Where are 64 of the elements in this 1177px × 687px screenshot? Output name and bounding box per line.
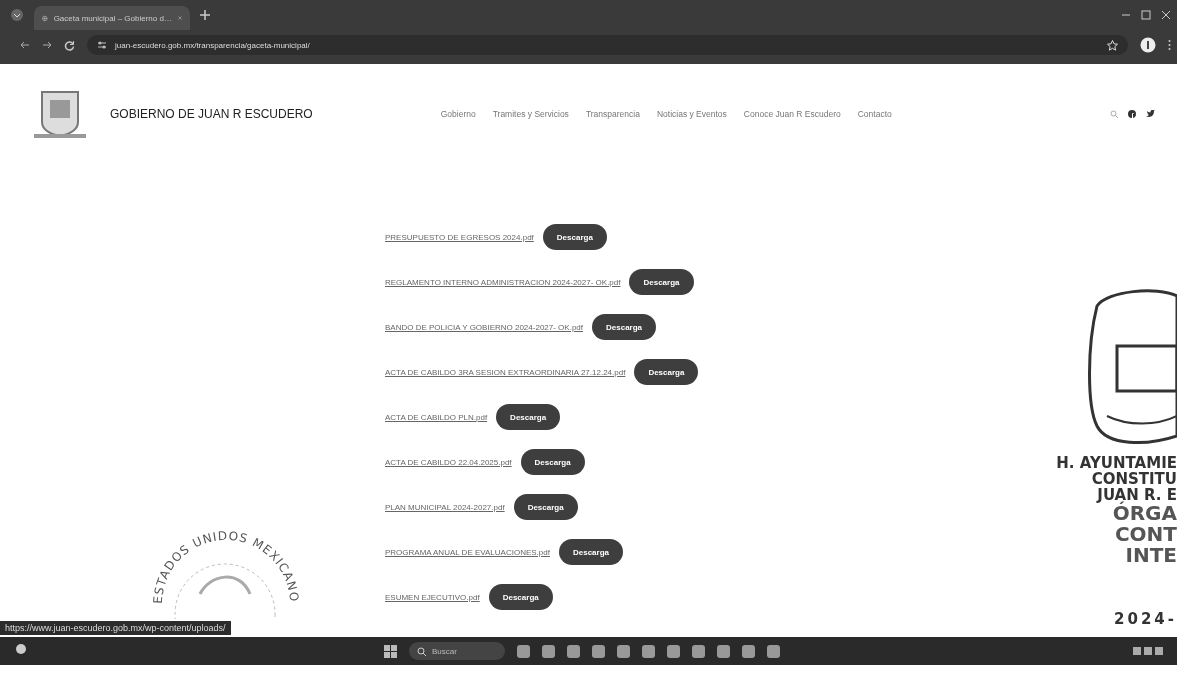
url-text: juan-escudero.gob.mx/transparencia/gaceta-municipal/ — [115, 40, 310, 50]
document-link[interactable]: ACTA DE CABILDO PLN.pdf — [385, 412, 488, 422]
stamp-text: 2024- — [1114, 612, 1177, 628]
download-button[interactable]: Descarga — [558, 539, 623, 565]
stamp-text: CONT — [1114, 524, 1177, 546]
close-icon[interactable] — [1161, 10, 1171, 20]
maximize-icon[interactable] — [1141, 10, 1151, 20]
download-button[interactable]: Descarga — [488, 584, 553, 610]
nav-link[interactable]: Conoce Juan R Escudero — [743, 109, 841, 119]
stamp-text: INTE — [1125, 545, 1177, 567]
download-button[interactable]: Descarga — [496, 404, 561, 430]
app-icon[interactable] — [767, 644, 780, 658]
app-icon[interactable] — [517, 644, 530, 658]
status-url: https://www.juan-escudero.gob.mx/wp-content/uploads/ — [0, 621, 231, 635]
document-link[interactable]: ACTA DE CABILDO 22.04.2025.pdf — [385, 457, 512, 467]
site-title: GOBIERNO DE JUAN R ESCUDERO — [110, 107, 313, 121]
plus-icon[interactable] — [200, 10, 210, 20]
taskbar-search[interactable]: Buscar — [409, 642, 505, 660]
app-icon[interactable] — [592, 644, 605, 658]
nav-link[interactable]: Noticias y Eventos — [656, 109, 727, 119]
app-icon[interactable] — [742, 644, 755, 658]
app-icon[interactable] — [692, 644, 705, 658]
site-settings-icon — [97, 40, 107, 50]
document-link[interactable]: PROGRAMA ANUAL DE EVALUACIONES.pdf — [385, 547, 550, 557]
stamp-text: ÓRGA — [1112, 503, 1177, 525]
search-icon — [417, 646, 426, 656]
document-link[interactable]: ESUMEN EJECUTIVO.pdf — [385, 592, 480, 602]
document-link[interactable]: BANDO DE POLICIA Y GOBIERNO 2024-2027- OK.pdf — [385, 322, 583, 332]
download-button[interactable]: Descarga — [592, 314, 657, 340]
star-icon[interactable] — [1107, 39, 1118, 51]
download-button[interactable]: Descarga — [513, 494, 578, 520]
app-icon[interactable] — [642, 644, 655, 658]
stamp-text: H. AYUNTAMIE — [1056, 456, 1177, 472]
back-arrow-icon[interactable] — [20, 40, 30, 50]
nav-link[interactable]: Gobierno — [440, 109, 476, 119]
tab-title: Gaceta municipal – Gobierno d… — [53, 13, 172, 23]
document-link[interactable]: PRESUPUESTO DE EGRESOS 2024.pdf — [385, 232, 534, 242]
twitter-icon[interactable] — [1146, 110, 1155, 118]
address-bar[interactable]: juan-escudero.gob.mx/transparencia/gaceta-municipal/ — [87, 35, 1128, 55]
app-icon[interactable] — [617, 644, 630, 658]
document-link[interactable]: ACTA DE CABILDO 3RA SESION EXTRAORDINARIA 27.12.24.pdf — [385, 367, 626, 377]
nav-link[interactable]: Contacto — [857, 109, 892, 119]
forward-arrow-icon[interactable] — [42, 40, 52, 50]
stamp-text: JUAN R. E — [1097, 487, 1177, 504]
app-icon[interactable] — [542, 644, 555, 658]
reload-icon[interactable] — [64, 39, 75, 51]
app-icon[interactable] — [667, 644, 680, 658]
download-button[interactable]: Descarga — [520, 449, 585, 475]
download-button[interactable]: Descarga — [542, 224, 607, 250]
stamp-text: CONSTITU — [1091, 471, 1177, 488]
app-icon[interactable] — [717, 644, 730, 658]
document-link[interactable]: REGLAMENTO INTERNO ADMINISTRACION 2024-2027- OK.pdf — [385, 277, 621, 287]
nav-link[interactable]: Tramites y Servicios — [492, 109, 569, 119]
facebook-icon[interactable] — [1128, 110, 1136, 118]
download-button[interactable]: Descarga — [629, 269, 694, 295]
system-tray-icon[interactable] — [1133, 645, 1163, 657]
more-icon[interactable] — [1168, 39, 1171, 51]
browser-tab[interactable]: Gaceta municipal – Gobierno d… — [34, 6, 190, 30]
start-icon[interactable] — [384, 644, 397, 658]
nav-link[interactable]: Transparencia — [585, 109, 640, 119]
app-icon[interactable] — [567, 644, 580, 658]
download-button[interactable]: Descarga — [634, 359, 699, 385]
document-link[interactable]: PLAN MUNICIPAL 2024-2027.pdf — [385, 502, 505, 512]
menu-icon[interactable] — [10, 8, 24, 22]
